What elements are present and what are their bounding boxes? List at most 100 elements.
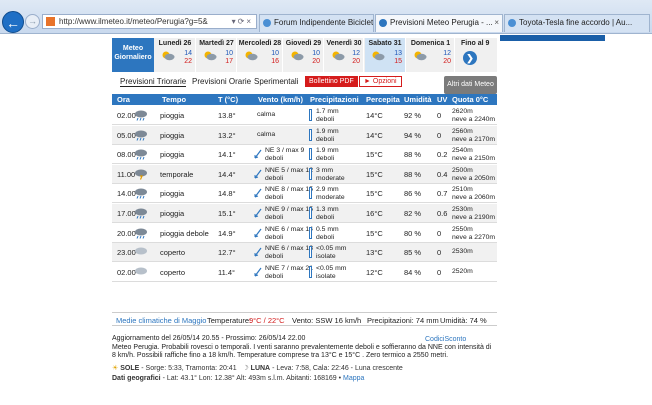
- day-tab[interactable]: Venerdì 30 12 20: [325, 38, 364, 72]
- codici-sconto-link[interactable]: CodiciSconto: [425, 336, 466, 343]
- day-tab[interactable]: Martedì 27 10 17: [197, 38, 237, 72]
- next-days-button[interactable]: Fino al 9 ❯: [457, 38, 497, 72]
- cloud-icon: [135, 267, 147, 275]
- geo-info: Dati geografici - Lat: 43.1° Lon: 12.38°…: [112, 375, 497, 385]
- quota-value: 2520m: [452, 267, 473, 275]
- day-min-temp: 12: [352, 50, 360, 57]
- tab-favicon-icon: [508, 19, 516, 27]
- weather-icon: [245, 51, 258, 61]
- precip-intensity: moderate: [316, 174, 345, 182]
- cell-vento: calma: [257, 111, 275, 119]
- forecast-widget: Meteo Giornaliero Lunedì 26 14 22 Martedì 2…: [112, 38, 497, 318]
- precip-bar: [309, 187, 312, 200]
- cell-ora: 14.00: [117, 189, 136, 199]
- wind-arrow-icon: [254, 228, 262, 238]
- weather-icon: [372, 51, 385, 61]
- quota-neve: neve a 2240m: [452, 116, 496, 123]
- quota-value: 2540m: [452, 147, 473, 155]
- close-icon[interactable]: ×: [494, 15, 499, 31]
- day-name: Venerdì 30: [326, 40, 362, 47]
- bollettino-pdf-button[interactable]: Bollettino PDF: [305, 76, 358, 87]
- cell-tempo: coperto: [160, 267, 186, 277]
- tab-sperimentali[interactable]: Sperimentali: [254, 77, 298, 86]
- mappa-link[interactable]: Mappa: [343, 375, 364, 382]
- opzioni-label: Opzioni: [372, 78, 397, 85]
- luna-label: LUNA: [250, 365, 271, 372]
- day-tab[interactable]: Domenica 1 12 20: [407, 38, 455, 72]
- day-tab[interactable]: Mercoledì 28 10 16: [238, 38, 283, 72]
- table-row: 05.00 pioggia 13.2° calma 1.9 mm deboli 14°C 94…: [112, 125, 497, 145]
- tab-previsioni-triorarie[interactable]: Previsioni Triorarie: [120, 77, 187, 87]
- header-t: T (°C): [218, 95, 239, 104]
- day-max-temp: 20: [443, 58, 451, 65]
- table-row: 08.00 pioggia 14.1° NE 3 / max 9 deboli 1.9 m…: [112, 145, 497, 165]
- summary-vento: Vento: SSW 16 km/h: [292, 316, 362, 325]
- address-tools-icon[interactable]: ▾⟳×: [232, 15, 253, 28]
- cell-percepita: 14°C: [366, 111, 383, 120]
- header-percepita: Percepita: [366, 95, 400, 104]
- tab-toyota[interactable]: Toyota-Tesla fine accordo | Au...: [504, 14, 650, 32]
- header-vento: Vento (km/h): [258, 95, 304, 104]
- precip-value: 0.5 mm: [316, 225, 339, 233]
- cell-percepita: 15°C: [366, 189, 383, 199]
- vento-value: calma: [257, 111, 276, 118]
- cell-temperatura: 14.4°: [218, 169, 236, 179]
- cell-ora: 08.00: [117, 150, 136, 160]
- vento-intensity: deboli: [265, 233, 284, 241]
- cell-precipitazioni: 1.3 mm deboli: [316, 206, 339, 222]
- day-name: Domenica 1: [410, 40, 451, 47]
- opzioni-button[interactable]: ► Opzioni: [359, 76, 402, 87]
- day-tab[interactable]: Giovedì 29 10 20: [284, 38, 324, 72]
- quota-value: 2530m: [452, 206, 473, 213]
- meteo-giornaliero-button[interactable]: Meteo Giornaliero: [112, 38, 154, 72]
- cell-tempo: pioggia: [160, 111, 185, 120]
- chevron-right-icon[interactable]: ❯: [463, 51, 477, 65]
- sole-label: SOLE: [120, 365, 140, 372]
- rain-icon: [135, 149, 147, 160]
- tab-meteo[interactable]: Previsioni Meteo Perugia - ... ×: [375, 14, 503, 32]
- quota-neve: neve a 2270m: [452, 233, 496, 241]
- cell-percepita: 15°C: [366, 150, 383, 160]
- tab-previsioni-orarie[interactable]: Previsioni Orarie: [192, 77, 251, 86]
- quota-value: 2530m: [452, 248, 473, 256]
- tab-forum[interactable]: Forum Indipendente Biciclette ...: [259, 14, 374, 32]
- day-tab[interactable]: Sabato 31 13 15: [365, 38, 406, 72]
- header-precipitazioni: Precipitazioni: [310, 95, 359, 104]
- cell-temperatura: 14.1°: [218, 150, 236, 160]
- geo-text: - Lat: 43.1° Lon: 12.38° Alt: 493m s.l.m…: [162, 375, 342, 382]
- day-name: Lunedì 26: [158, 40, 192, 47]
- cell-vento: calma: [257, 131, 275, 139]
- header-uv: UV: [437, 95, 448, 104]
- rain-icon: [135, 228, 147, 239]
- cell-vento: NNE 5 / max 12 deboli: [265, 167, 313, 183]
- cell-quota: 2560m neve a 2170m: [452, 128, 495, 144]
- precip-intensity: deboli: [316, 135, 335, 143]
- back-button[interactable]: ←: [2, 11, 24, 33]
- cell-percepita: 15°C: [366, 169, 383, 179]
- vento-value: NE 3 / max 9: [265, 147, 305, 155]
- precip-bar: [309, 128, 312, 141]
- forward-button[interactable]: →: [25, 14, 40, 29]
- cell-umidita: 86 %: [404, 189, 422, 199]
- day-tab[interactable]: Lunedì 26 14 22: [155, 38, 196, 72]
- precip-intensity: deboli: [316, 233, 335, 241]
- cell-precipitazioni: 2.9 mm moderate: [316, 186, 345, 202]
- cell-quota: 2500m neve a 2050m: [452, 167, 495, 183]
- cell-tempo: pioggia: [160, 150, 185, 160]
- precip-value: 1.9 mm: [316, 127, 339, 135]
- cell-temperatura: 13.8°: [218, 111, 236, 120]
- table-row: 11.00 temporale 14.4° NNE 5 / max 12 deboli 3…: [112, 164, 497, 184]
- weather-icon: [291, 51, 304, 61]
- site-favicon-icon: [46, 17, 55, 26]
- cell-vento: NNE 7 / max 21 deboli: [265, 265, 313, 281]
- address-bar[interactable]: http://www.ilmeteo.it/meteo/Perugia?g=5&…: [42, 14, 257, 29]
- wind-arrow-icon: [254, 149, 262, 159]
- precip-bar: [309, 246, 312, 259]
- altri-dati-meteo-button[interactable]: Altri dati Meteo: [444, 76, 497, 94]
- precip-intensity: deboli: [316, 214, 335, 221]
- cell-umidita: 88 %: [404, 169, 422, 179]
- summary-umidita: Umidità: 74 %: [440, 316, 487, 325]
- cell-precipitazioni: 0.5 mm deboli: [316, 226, 339, 242]
- medie-climatiche-link[interactable]: Medie climatiche di Maggio: [116, 316, 206, 325]
- precip-bar: [309, 226, 312, 239]
